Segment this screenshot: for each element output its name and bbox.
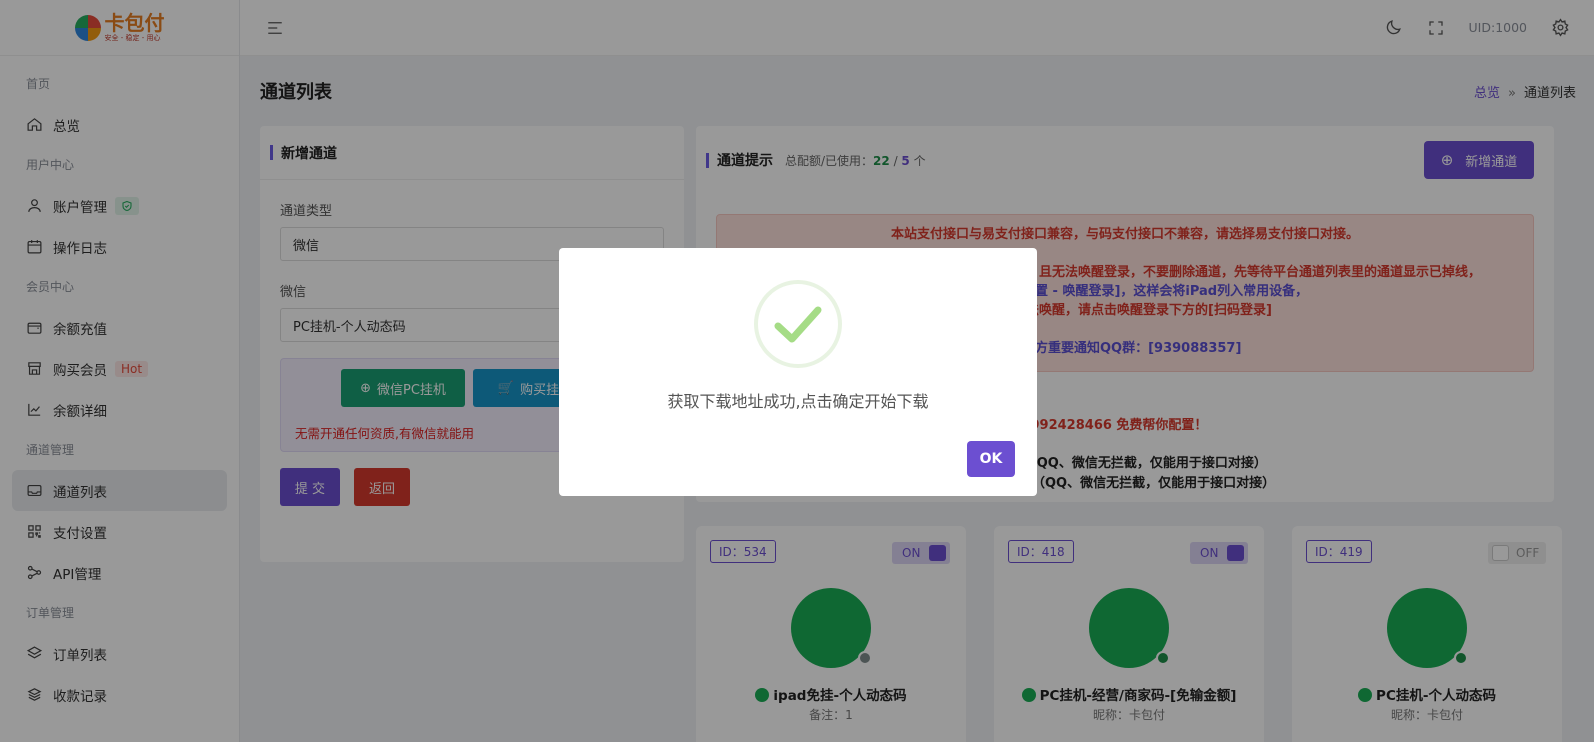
success-check-icon <box>754 280 842 368</box>
ok-button[interactable]: OK <box>967 441 1015 477</box>
success-dialog: 获取下载地址成功,点击确定开始下载 OK <box>559 248 1037 496</box>
dialog-message: 获取下载地址成功,点击确定开始下载 <box>667 392 929 411</box>
